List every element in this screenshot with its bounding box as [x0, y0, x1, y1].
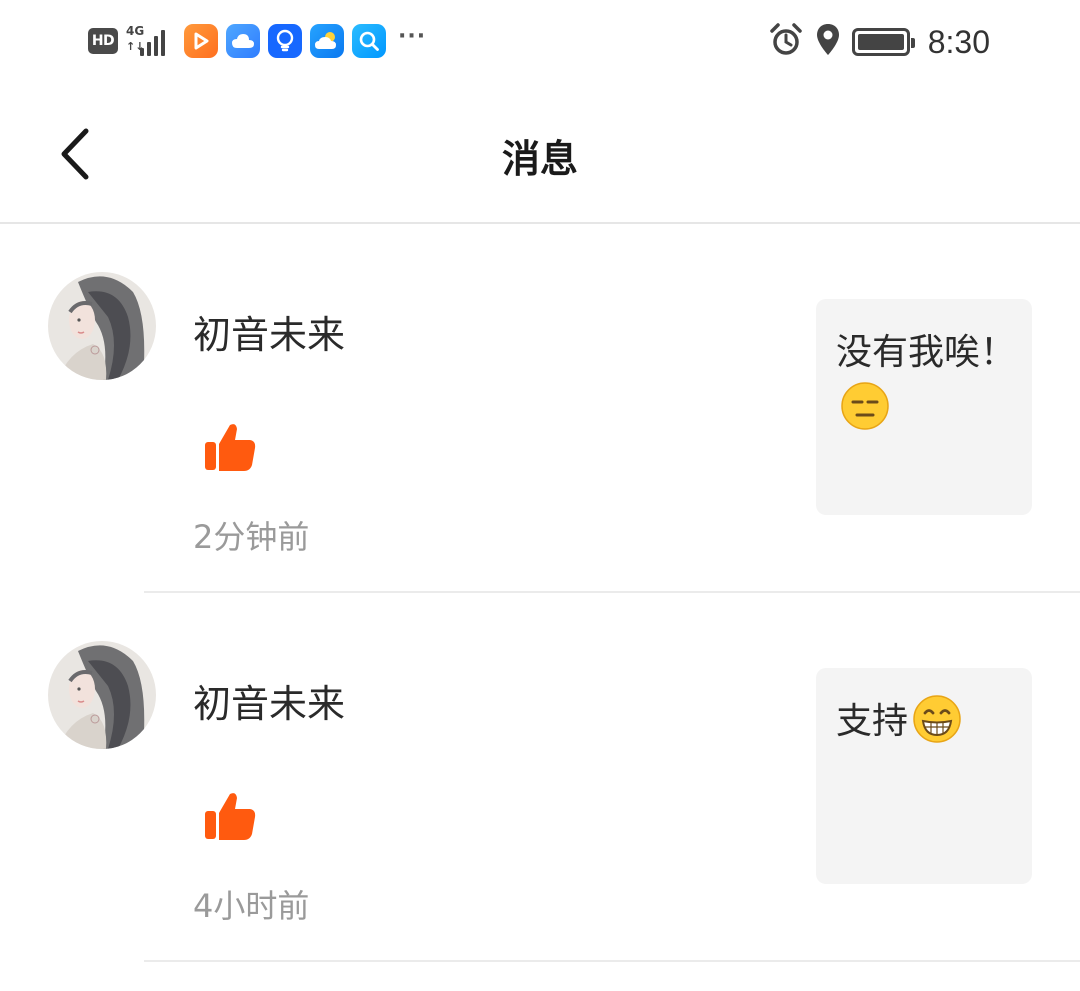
- quoted-text: 支持: [836, 701, 909, 742]
- status-time: 8:30: [927, 23, 990, 60]
- divider: [144, 960, 1080, 962]
- status-right-group: 8:30: [768, 22, 990, 62]
- message-time: 2分钟前: [193, 518, 310, 556]
- message-item[interactable]: 初音未来 2分钟前 没有我唉！: [0, 224, 1080, 593]
- quoted-content-box[interactable]: 没有我唉！: [816, 299, 1032, 515]
- alarm-icon: [768, 22, 804, 62]
- page-header: 消息: [0, 84, 1080, 224]
- sender-name[interactable]: 初音未来: [193, 673, 345, 728]
- page-title: 消息: [501, 137, 578, 181]
- expressionless-face-icon: [840, 381, 890, 431]
- bulb-app-icon: [268, 24, 302, 58]
- video-app-icon: [184, 24, 218, 58]
- message-item[interactable]: 初音未来 4小时前 支持: [0, 593, 1080, 962]
- quoted-content-box[interactable]: 支持: [816, 668, 1032, 884]
- hd-icon: HD: [88, 28, 118, 54]
- avatar[interactable]: [48, 272, 156, 380]
- quoted-text: 没有我唉！: [836, 332, 1017, 373]
- thumbs-up-icon: [203, 789, 259, 845]
- avatar[interactable]: [48, 641, 156, 749]
- cloud-app-icon: [226, 24, 260, 58]
- weather-app-icon: [310, 24, 344, 58]
- sender-name[interactable]: 初音未来: [193, 304, 345, 359]
- battery-icon: [851, 28, 915, 56]
- message-time: 4小时前: [193, 887, 310, 925]
- status-left-group: HD 4G ↑↓ ···: [88, 22, 426, 60]
- more-notifications-indicator: ···: [398, 23, 427, 49]
- grinning-face-icon: [912, 694, 962, 744]
- signal-icon: 4G ↑↓: [126, 24, 176, 56]
- search-app-icon: [352, 24, 386, 58]
- thumbs-up-icon: [203, 420, 259, 476]
- location-icon: [814, 22, 842, 62]
- status-bar: HD 4G ↑↓ ··· 8:30: [0, 0, 1080, 84]
